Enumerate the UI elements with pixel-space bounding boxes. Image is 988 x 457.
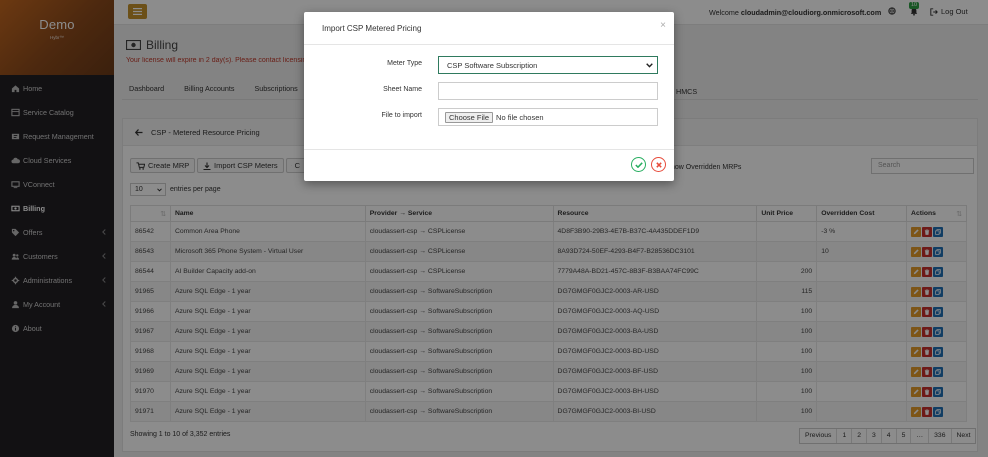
file-input[interactable]: Choose File No file chosen bbox=[438, 108, 658, 126]
file-status: No file chosen bbox=[496, 112, 544, 122]
meter-type-select[interactable]: CSP Software Subscription bbox=[438, 56, 658, 74]
choose-file-button[interactable]: Choose File bbox=[445, 111, 494, 123]
chevron-down-icon bbox=[646, 62, 653, 68]
sheet-name-input[interactable] bbox=[438, 82, 658, 100]
import-modal: Import CSP Metered Pricing × Meter Type … bbox=[304, 12, 674, 181]
meter-type-value: CSP Software Subscription bbox=[447, 60, 538, 70]
sheet-name-label: Sheet Name bbox=[383, 86, 422, 93]
confirm-import-button[interactable] bbox=[631, 157, 646, 172]
cancel-import-button[interactable] bbox=[651, 157, 666, 172]
meter-type-label: Meter Type bbox=[387, 60, 422, 67]
modal-close-button[interactable]: × bbox=[660, 20, 666, 31]
modal-header-divider bbox=[304, 44, 674, 45]
x-icon bbox=[655, 161, 662, 168]
modal-footer-divider bbox=[304, 149, 674, 150]
check-icon bbox=[634, 161, 643, 168]
modal-title: Import CSP Metered Pricing bbox=[322, 24, 422, 33]
file-to-import-label: File to import bbox=[381, 112, 422, 119]
